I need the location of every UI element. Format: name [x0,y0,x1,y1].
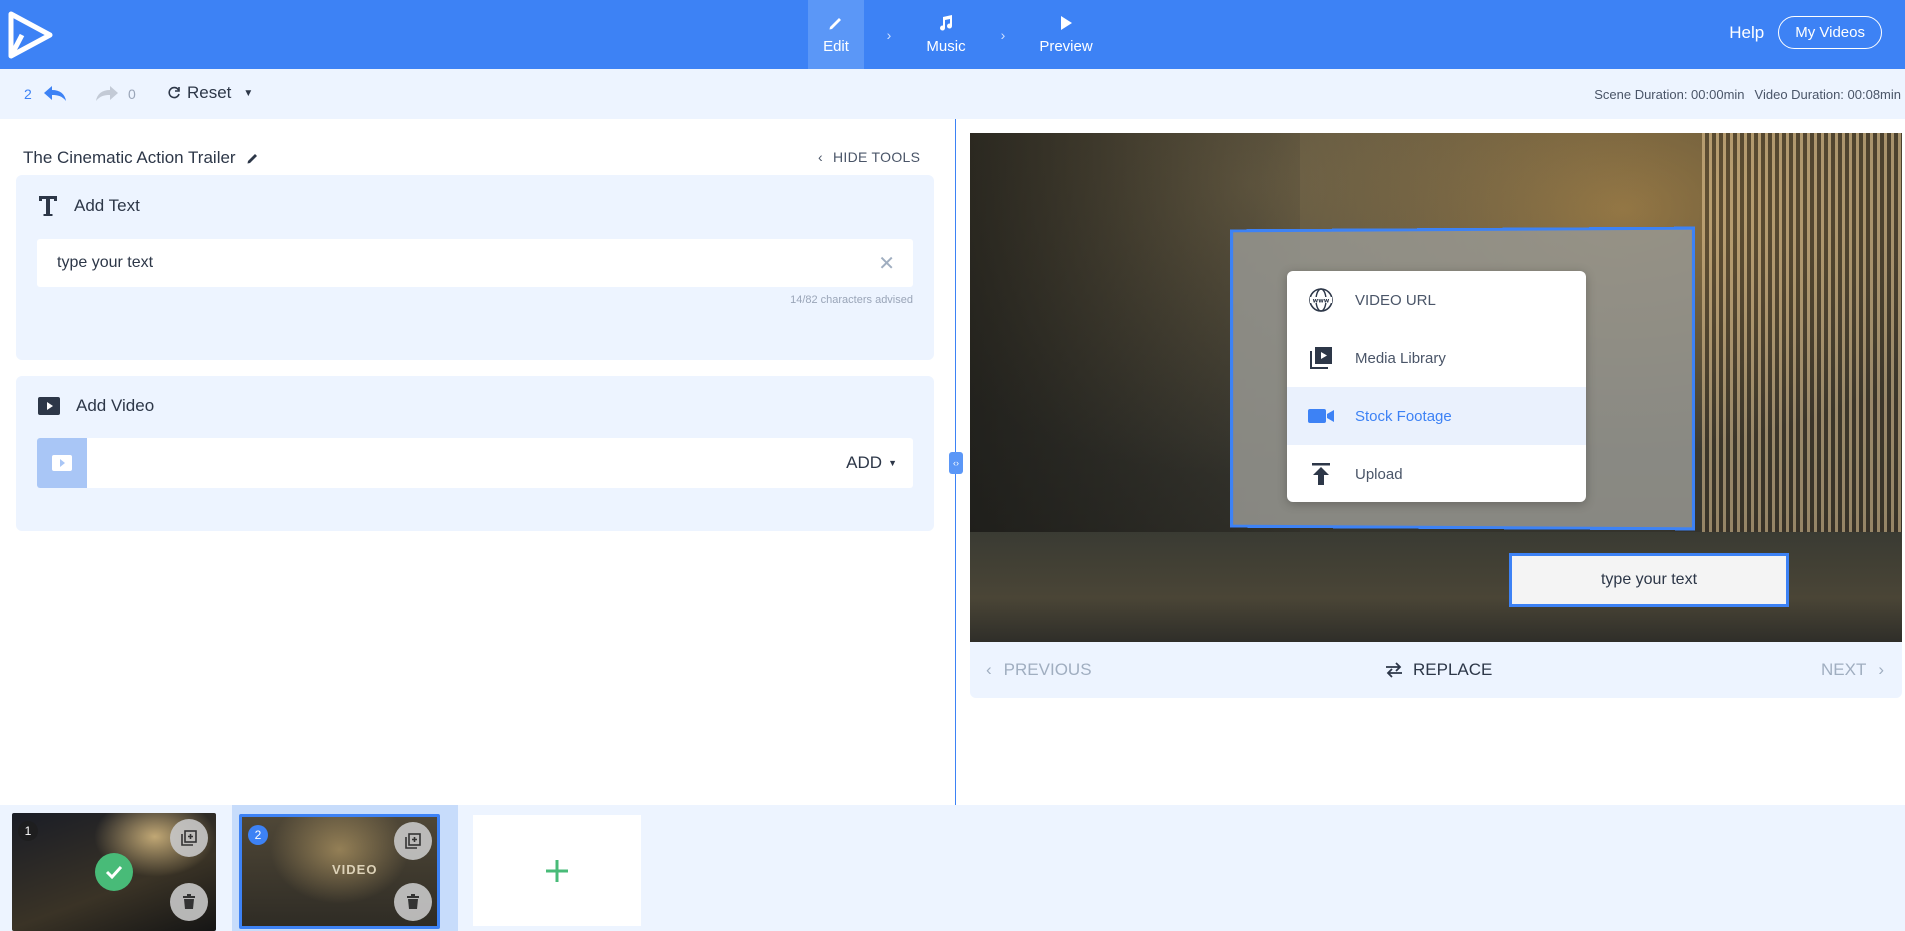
top-nav-bar: Edit › Music › Preview Help My Videos [0,0,1905,69]
pencil-icon [829,18,841,30]
chevron-right-icon: › [1000,26,1006,43]
hide-tools-label: HIDE TOOLS [832,149,921,165]
project-title: The Cinematic Action Trailer [23,148,260,168]
scene-number: 2 [248,825,268,845]
my-videos-button[interactable]: My Videos [1778,16,1882,49]
scene-duration: Scene Duration: 00:00min [1594,87,1745,102]
chevron-right-icon: › [1878,660,1884,679]
menu-item-upload-label: Upload [1355,465,1403,483]
workflow-steps: Edit › Music › Preview [808,0,1104,69]
menu-item-media-library[interactable]: Media Library [1287,329,1586,387]
globe-www-icon: www [1307,287,1335,313]
video-input[interactable]: ADD ▼ [37,438,913,488]
step-preview-label: Preview [1039,38,1093,55]
step-edit[interactable]: Edit [808,0,864,69]
menu-item-video-url[interactable]: www VIDEO URL [1287,271,1586,329]
plus-icon [546,859,568,882]
scene-preview: www VIDEO URL Media Library Stock Footag… [970,133,1902,642]
swap-arrows-icon [1386,662,1402,678]
top-right-actions: Help My Videos [1729,16,1882,49]
play-icon [1061,16,1072,30]
caret-down-icon: ▼ [888,458,897,468]
scene-thumbnail-1[interactable]: 1 [12,813,216,931]
preview-window-blinds [1702,133,1902,553]
video-placeholder-icon [37,438,87,488]
svg-text:www: www [1313,298,1330,305]
delete-scene-icon[interactable] [170,883,208,921]
add-video-card: Add Video ADD ▼ [16,376,934,531]
character-hint: 14/82 characters advised [790,294,913,306]
media-library-icon [1307,346,1335,370]
chevron-left-icon: ‹ [986,660,992,679]
edit-title-pencil-icon[interactable] [246,151,260,165]
replace-button[interactable]: REPLACE [1385,660,1492,680]
video-play-box-icon [38,397,60,415]
add-text-header: Add Text [38,195,140,217]
duration-info: Scene Duration: 00:00min Video Duration:… [1594,87,1901,102]
caret-down-icon: ▼ [243,87,254,99]
previous-label: PREVIOUS [1003,660,1092,679]
text-overlay-box[interactable]: type your text [1509,553,1789,607]
chevron-left-icon: ‹ [818,149,823,165]
step-music-label: Music [926,38,966,55]
music-note-icon [940,15,953,31]
step-preview[interactable]: Preview [1028,0,1104,69]
add-scene-button[interactable] [473,815,641,926]
upload-icon [1307,462,1335,486]
video-camera-icon [1307,407,1335,425]
reset-label: Reset [187,83,232,102]
clear-text-icon[interactable]: ✕ [878,251,895,276]
next-label: NEXT [1820,660,1867,679]
text-t-icon [39,196,57,216]
menu-item-stock-footage[interactable]: Stock Footage [1287,387,1586,445]
preview-navigation: ‹ PREVIOUS REPLACE NEXT › [970,642,1902,698]
add-text-heading: Add Text [74,196,140,215]
add-video-header: Add Video [38,396,154,416]
hide-tools-button[interactable]: ‹ HIDE TOOLS [818,149,920,165]
undo-icon[interactable] [42,83,68,103]
menu-item-stock-footage-label: Stock Footage [1355,407,1452,425]
scene-thumb-text: VIDEO [332,862,378,877]
chevron-right-icon: › [886,26,892,43]
duplicate-scene-icon[interactable] [170,819,208,857]
check-icon [95,853,133,891]
add-video-dropdown[interactable]: ADD ▼ [846,453,897,473]
resize-handle-icon[interactable]: ‹› [949,452,963,474]
scene-strip: 1 2 VIDEO [0,805,1905,931]
text-input[interactable]: type your text ✕ [37,239,913,287]
add-text-card: Add Text type your text ✕ 14/82 characte… [16,175,934,360]
duplicate-scene-icon[interactable] [394,822,432,860]
add-video-label: ADD [846,453,883,472]
refresh-icon [168,86,180,99]
help-link[interactable]: Help [1729,23,1764,43]
project-title-text: The Cinematic Action Trailer [23,148,236,167]
video-duration: Video Duration: 00:08min [1754,87,1901,102]
menu-item-media-library-label: Media Library [1355,349,1446,367]
menu-item-video-url-label: VIDEO URL [1355,291,1436,309]
add-video-heading: Add Video [76,396,155,415]
redo-icon[interactable] [94,83,120,103]
redo-count: 0 [128,86,136,102]
replace-label: REPLACE [1413,660,1493,679]
scene-thumbnail-2[interactable]: 2 VIDEO [239,814,440,929]
app-logo-icon[interactable] [8,11,54,59]
text-overlay-value: type your text [1600,571,1698,588]
media-source-menu: www VIDEO URL Media Library Stock Footag… [1287,271,1586,502]
step-edit-label: Edit [823,38,849,55]
reset-button[interactable]: Reset ▼ [167,83,253,103]
menu-item-upload[interactable]: Upload [1287,445,1586,502]
text-input-value: type your text [57,254,154,271]
undo-count: 2 [24,86,32,102]
next-button[interactable]: NEXT › [1821,660,1884,680]
editor-toolbar: 2 0 Reset ▼ Scene Duration: 00:00min Vid… [0,69,1905,119]
delete-scene-icon[interactable] [394,883,432,921]
scene-number: 1 [18,821,38,841]
previous-button[interactable]: ‹ PREVIOUS [986,660,1092,680]
step-music[interactable]: Music [914,0,978,69]
